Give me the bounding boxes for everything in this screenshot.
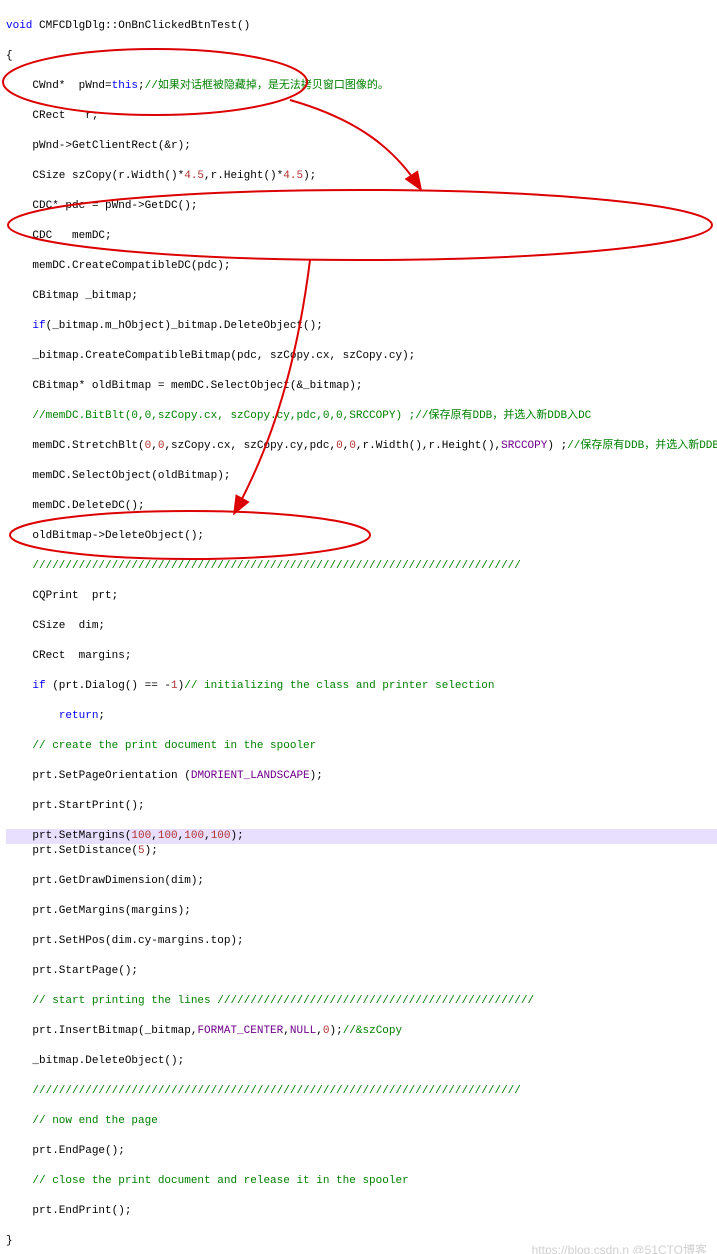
- code-line: ////////////////////////////////////////…: [6, 559, 717, 574]
- code-line: pWnd->GetClientRect(&r);: [6, 139, 717, 154]
- code-line: prt.EndPage();: [6, 1144, 717, 1159]
- code-line: // now end the page: [6, 1114, 717, 1129]
- code-line: prt.SetDistance(5);: [6, 844, 717, 859]
- code-line: }: [6, 1234, 717, 1249]
- code-line: prt.StartPage();: [6, 964, 717, 979]
- highlighted-line: prt.SetMargins(100,100,100,100);: [6, 829, 717, 844]
- code-block: void CMFCDlgDlg::OnBnClickedBtnTest() { …: [0, 0, 717, 1254]
- code-line: if (prt.Dialog() == -1)// initializing t…: [6, 679, 717, 694]
- code-line: prt.GetMargins(margins);: [6, 904, 717, 919]
- code-line: oldBitmap->DeleteObject();: [6, 529, 717, 544]
- code-line: CDC* pdc = pWnd->GetDC();: [6, 199, 717, 214]
- code-line: memDC.SelectObject(oldBitmap);: [6, 469, 717, 484]
- code-line: CBitmap* oldBitmap = memDC.SelectObject(…: [6, 379, 717, 394]
- code-line: memDC.CreateCompatibleDC(pdc);: [6, 259, 717, 274]
- code-line: _bitmap.DeleteObject();: [6, 1054, 717, 1069]
- code-line: prt.GetDrawDimension(dim);: [6, 874, 717, 889]
- code-line: CSize szCopy(r.Width()*4.5,r.Height()*4.…: [6, 169, 717, 184]
- code-line: return;: [6, 709, 717, 724]
- code-line: prt.EndPrint();: [6, 1204, 717, 1219]
- code-line: prt.SetHPos(dim.cy-margins.top);: [6, 934, 717, 949]
- code-line: CWnd* pWnd=this;//如果对话框被隐藏掉，是无法拷贝窗口图像的。: [6, 79, 717, 94]
- code-line: CRect margins;: [6, 649, 717, 664]
- code-line: memDC.StretchBlt(0,0,szCopy.cx, szCopy.c…: [6, 439, 717, 454]
- code-line: if(_bitmap.m_hObject)_bitmap.DeleteObjec…: [6, 319, 717, 334]
- code-line: {: [6, 49, 717, 64]
- code-line: prt.SetPageOrientation (DMORIENT_LANDSCA…: [6, 769, 717, 784]
- code-line: _bitmap.CreateCompatibleBitmap(pdc, szCo…: [6, 349, 717, 364]
- code-line: CBitmap _bitmap;: [6, 289, 717, 304]
- code-line: prt.StartPrint();: [6, 799, 717, 814]
- code-line: memDC.DeleteDC();: [6, 499, 717, 514]
- code-line: CRect r;: [6, 109, 717, 124]
- code-line: //memDC.BitBlt(0,0,szCopy.cx, szCopy.cy,…: [6, 409, 717, 424]
- code-line: prt.InsertBitmap(_bitmap,FORMAT_CENTER,N…: [6, 1024, 717, 1039]
- code-line: CQPrint prt;: [6, 589, 717, 604]
- code-line: // create the print document in the spoo…: [6, 739, 717, 754]
- code-line: CDC memDC;: [6, 229, 717, 244]
- code-line: // start printing the lines ////////////…: [6, 994, 717, 1009]
- code-line: void CMFCDlgDlg::OnBnClickedBtnTest(): [6, 19, 717, 34]
- code-line: ////////////////////////////////////////…: [6, 1084, 717, 1099]
- code-line: // close the print document and release …: [6, 1174, 717, 1189]
